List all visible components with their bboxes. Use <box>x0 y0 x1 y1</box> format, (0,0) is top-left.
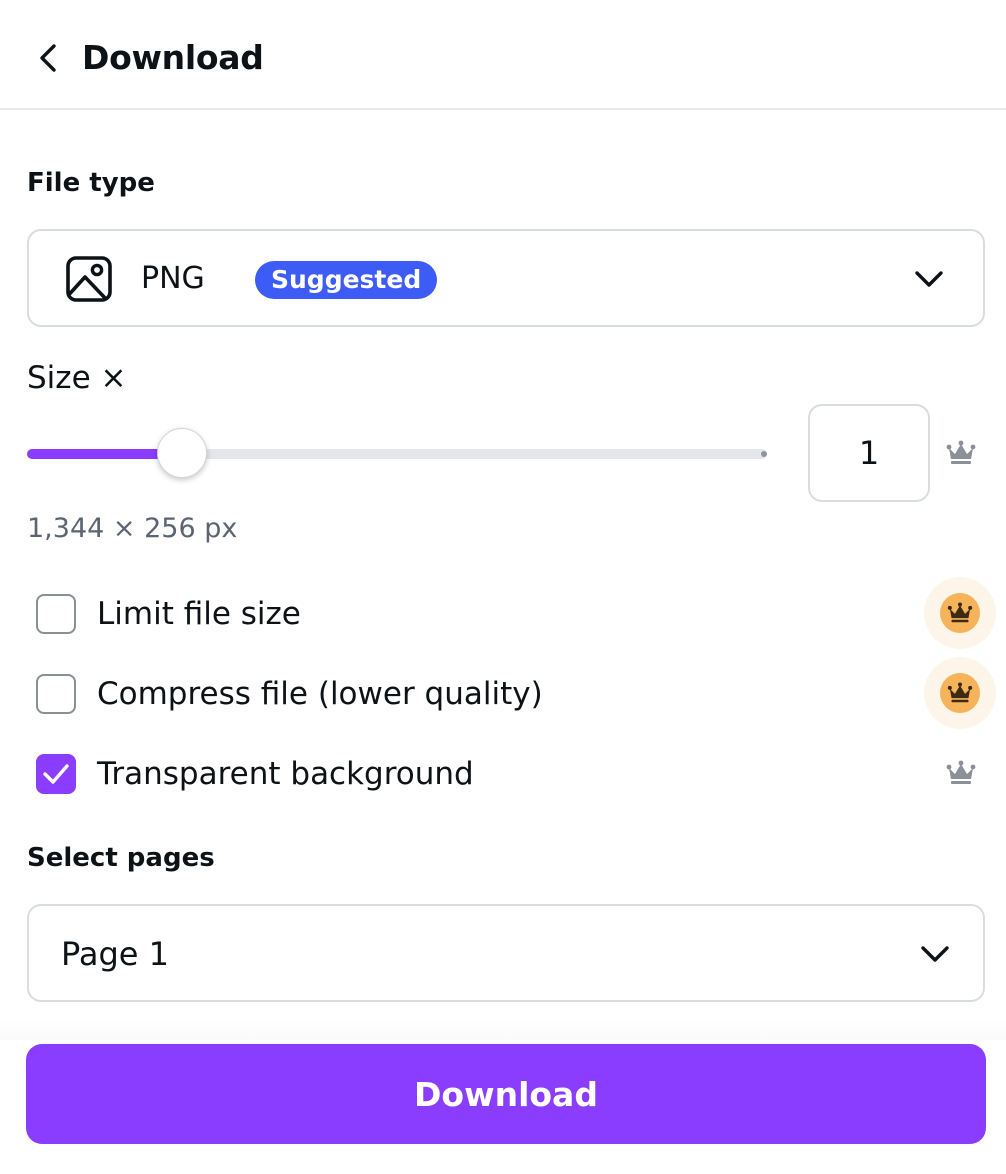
page-select[interactable]: Page 1 <box>27 904 985 1002</box>
file-type-select[interactable]: PNG Suggested <box>27 229 985 327</box>
compress-file-checkbox[interactable] <box>36 674 76 714</box>
checkmark-icon <box>43 764 69 784</box>
transparent-background-option[interactable]: Transparent background <box>36 752 474 796</box>
download-button[interactable]: Download <box>26 1044 986 1144</box>
slider-end-marker <box>761 451 767 457</box>
page-title: Download <box>82 38 264 77</box>
size-multiplier-input[interactable] <box>808 404 930 502</box>
chevron-down-icon <box>915 271 943 287</box>
limit-file-size-checkbox[interactable] <box>36 594 76 634</box>
chevron-left-icon <box>40 44 56 72</box>
file-type-value: PNG <box>141 261 205 296</box>
crown-icon <box>946 760 976 784</box>
limit-file-size-option[interactable]: Limit file size <box>36 592 301 636</box>
size-slider-thumb[interactable] <box>157 428 207 478</box>
footer-divider <box>0 1020 1006 1040</box>
back-button[interactable] <box>28 38 68 78</box>
premium-badge[interactable] <box>924 657 996 729</box>
file-type-label: File type <box>27 168 155 198</box>
size-label: Size × <box>27 360 127 396</box>
output-dimensions: 1,344 × 256 px <box>27 513 238 544</box>
transparent-background-checkbox[interactable] <box>36 754 76 794</box>
premium-badge[interactable] <box>924 577 996 649</box>
compress-file-option[interactable]: Compress file (lower quality) <box>36 672 543 716</box>
panel-header: Download <box>0 0 1006 110</box>
chevron-down-icon <box>921 946 949 962</box>
crown-icon <box>946 440 976 464</box>
size-slider-track[interactable] <box>27 449 767 459</box>
compress-file-label: Compress file (lower quality) <box>97 676 543 712</box>
crown-icon <box>947 602 973 623</box>
transparent-background-label: Transparent background <box>97 756 474 792</box>
limit-file-size-label: Limit file size <box>97 596 301 632</box>
select-pages-label: Select pages <box>27 843 215 873</box>
suggested-badge: Suggested <box>255 261 438 299</box>
page-select-value: Page 1 <box>61 935 169 973</box>
crown-icon <box>947 682 973 703</box>
image-icon <box>66 256 112 302</box>
